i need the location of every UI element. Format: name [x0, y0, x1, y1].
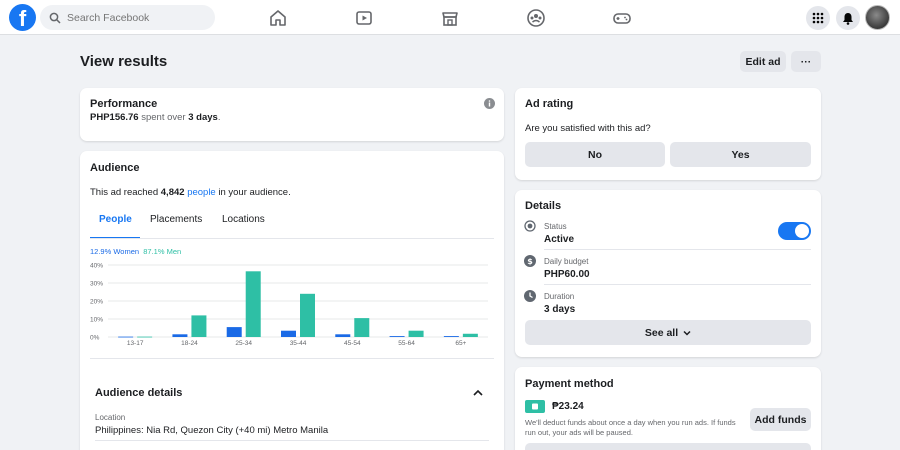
notifications-button[interactable]	[836, 6, 860, 30]
bar-men-18-24	[191, 315, 207, 337]
ad-rating-question: Are you satisfied with this ad?	[525, 123, 651, 134]
see-all-button[interactable]: See all	[525, 320, 811, 345]
bar-women-13-17	[118, 336, 134, 338]
location-label: Location	[95, 413, 126, 422]
x-tick-label: 65+	[455, 340, 466, 347]
bar-women-25-34	[226, 327, 242, 337]
duration-value: 3 days	[544, 304, 576, 315]
cash-icon	[525, 400, 545, 413]
bar-men-25-34	[245, 271, 261, 337]
svg-text:$: $	[527, 257, 533, 266]
chart-legend: 12.9% Women 87.1% Men	[90, 247, 181, 256]
tab-divider	[90, 238, 494, 239]
reach-count: 4,842	[160, 187, 185, 198]
facebook-logo[interactable]: f	[9, 4, 36, 31]
budget-value: PHP60.00	[544, 269, 590, 280]
top-navigation-bar: f	[0, 0, 900, 35]
y-tick-label: 30%	[90, 281, 103, 288]
people-link[interactable]: people	[187, 187, 216, 198]
payment-next-button[interactable]	[525, 443, 811, 450]
payment-title: Payment method	[525, 378, 614, 390]
status-toggle[interactable]	[778, 222, 811, 240]
bar-men-45-54	[354, 318, 370, 337]
page-title: View results	[80, 53, 168, 70]
tab-locations[interactable]: Locations	[222, 214, 265, 225]
ad-rating-title: Ad rating	[525, 98, 574, 110]
see-all-label: See all	[644, 326, 679, 339]
bar-men-13-17	[137, 336, 153, 338]
bar-women-35-44	[281, 330, 296, 337]
chart-divider	[90, 358, 494, 359]
status-divider	[544, 249, 811, 250]
x-tick-label: 55-64	[398, 340, 415, 347]
chevron-up-icon[interactable]	[473, 389, 483, 396]
status-icon	[524, 220, 536, 232]
duration-label: Duration	[544, 292, 575, 301]
bar-men-55-64	[408, 330, 424, 337]
age-gender-bar-chart: 40% 30% 20% 10% 0% 13-17 18-24 25-34 35-44 45-54 5…	[90, 263, 488, 347]
y-tick-label: 20%	[90, 299, 103, 306]
x-tick-label: 18-24	[181, 340, 198, 347]
clock-icon	[524, 290, 536, 302]
home-icon[interactable]	[268, 8, 288, 28]
location-value: Philippines: Nia Rd, Quezon City (+40 mi…	[95, 425, 329, 436]
x-tick-label: 35-44	[290, 340, 307, 347]
x-tick-label: 45-54	[344, 340, 361, 347]
budget-label: Daily budget	[544, 257, 589, 266]
bar-women-65+	[443, 336, 459, 337]
search-icon	[49, 12, 61, 24]
audience-reach-text: This ad reached 4,842 people in your aud…	[90, 187, 291, 198]
legend-men: 87.1% Men	[143, 247, 182, 256]
location-divider	[95, 440, 489, 441]
performance-summary: PHP156.76 spent over 3 days.	[90, 112, 221, 123]
bar-men-65+	[462, 333, 478, 337]
audience-title: Audience	[90, 162, 140, 174]
legend-women: 12.9% Women	[90, 247, 140, 256]
spend-amount: PHP156.76	[90, 112, 139, 123]
watch-icon[interactable]	[354, 8, 374, 28]
bar-women-18-24	[172, 334, 188, 337]
more-options-button[interactable]: ···	[791, 51, 821, 72]
spent-text: spent over	[138, 112, 189, 123]
bar-men-35-44	[300, 293, 315, 337]
gaming-icon[interactable]	[612, 8, 632, 28]
yes-button[interactable]: Yes	[670, 142, 811, 167]
notifications-icon	[843, 12, 853, 25]
groups-icon[interactable]	[526, 8, 546, 28]
performance-title: Performance	[90, 98, 158, 110]
status-label: Status	[544, 222, 567, 231]
menu-button[interactable]	[806, 6, 830, 30]
profile-avatar[interactable]	[865, 5, 890, 30]
y-tick-label: 0%	[90, 335, 100, 342]
no-button[interactable]: No	[525, 142, 665, 167]
performance-card: Performance PHP156.76 spent over 3 days.	[80, 88, 504, 141]
x-tick-label: 13-17	[127, 340, 144, 347]
y-tick-label: 40%	[90, 263, 103, 270]
bar-women-55-64	[389, 336, 405, 337]
status-value: Active	[544, 234, 575, 245]
info-icon[interactable]	[484, 98, 495, 109]
audience-details-title: Audience details	[95, 387, 183, 399]
toggle-knob	[795, 224, 809, 238]
chevron-down-icon	[683, 330, 691, 336]
tab-people[interactable]: People	[99, 214, 132, 225]
bar-women-45-54	[335, 334, 351, 337]
add-funds-button[interactable]: Add funds	[750, 408, 811, 431]
x-tick-label: 25-34	[235, 340, 252, 347]
payment-note: We'll deduct funds about once a day when…	[525, 418, 736, 437]
budget-divider	[544, 284, 811, 285]
search-input[interactable]	[67, 11, 207, 24]
ad-rating-card: Ad rating Are you satisfied with this ad…	[515, 88, 821, 180]
menu-grid-icon	[812, 12, 824, 24]
edit-ad-button[interactable]: Edit ad	[740, 51, 786, 72]
y-tick-label: 10%	[90, 317, 103, 324]
payment-balance: ₱23.24	[552, 401, 584, 412]
tab-placements[interactable]: Placements	[150, 214, 202, 225]
search-box[interactable]	[40, 5, 215, 30]
spend-days: 3 days	[188, 112, 218, 123]
dollar-icon: $	[524, 255, 536, 267]
details-title: Details	[525, 200, 562, 212]
marketplace-icon[interactable]	[440, 8, 460, 28]
